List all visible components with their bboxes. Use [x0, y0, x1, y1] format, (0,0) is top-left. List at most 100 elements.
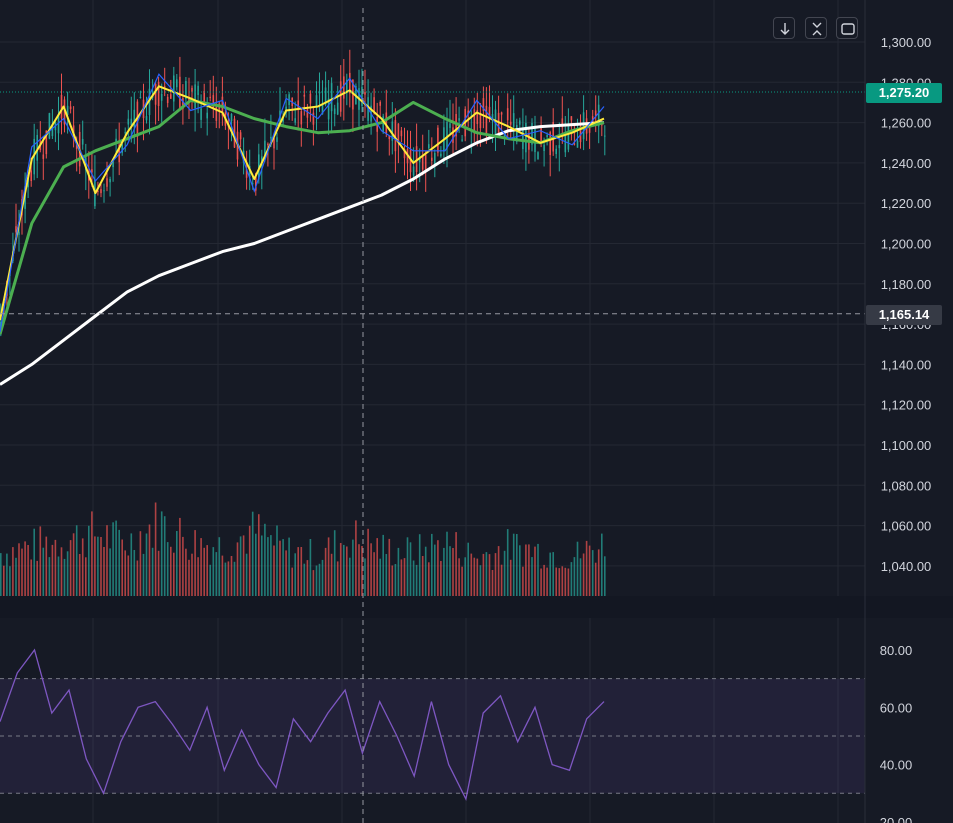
volume-bar — [336, 561, 339, 596]
candle-body — [336, 102, 339, 115]
candle-body — [576, 140, 579, 148]
candle-body — [69, 106, 72, 110]
volume-bar — [558, 568, 561, 596]
volume-bar — [494, 553, 497, 596]
volume-bar — [297, 547, 299, 596]
candle-body — [209, 96, 211, 99]
volume-bar — [57, 556, 60, 596]
candle-body — [294, 118, 296, 123]
volume-bar — [482, 553, 485, 596]
candle-body — [230, 113, 233, 122]
volume-bar — [88, 525, 90, 596]
volume-bar — [45, 536, 48, 596]
candle-body — [519, 120, 521, 125]
candle-body — [543, 144, 545, 151]
scroll-down-button[interactable] — [773, 17, 795, 39]
chart-canvas[interactable]: 1,300.001,280.001,260.001,240.001,220.00… — [0, 0, 953, 823]
candle-body — [412, 166, 415, 176]
volume-bar — [221, 555, 224, 596]
candle-body — [333, 108, 336, 114]
volume-bar — [349, 557, 351, 596]
candle-body — [176, 79, 178, 88]
volume-bar — [564, 567, 567, 596]
volume-bar — [42, 547, 45, 596]
volume-bar — [567, 568, 570, 596]
volume-bar — [115, 520, 117, 596]
volume-bar — [133, 550, 136, 596]
volume-bar — [109, 548, 111, 596]
volume-bar — [358, 544, 360, 596]
fit-screen-button[interactable] — [836, 17, 858, 39]
volume-bar — [309, 539, 312, 596]
volume-bar — [21, 548, 23, 596]
volume-bar — [103, 547, 105, 596]
volume-bar — [446, 531, 448, 596]
candle-body — [449, 123, 451, 128]
volume-bar — [470, 553, 473, 596]
candle-body — [170, 94, 172, 99]
volume-bar — [63, 558, 66, 596]
volume-bar — [300, 547, 303, 596]
volume-bar — [333, 530, 336, 596]
volume-bar — [576, 541, 579, 596]
volume-bar — [318, 563, 321, 596]
volume-bar — [75, 525, 78, 596]
candle-body — [434, 152, 436, 165]
volume-bar — [437, 540, 439, 596]
candle-body — [379, 102, 381, 106]
volume-bar — [424, 546, 427, 596]
candle-body — [239, 132, 242, 140]
volume-bar — [200, 538, 202, 596]
volume-bar — [151, 547, 154, 596]
candle-body — [446, 121, 448, 149]
volume-bar — [464, 557, 466, 596]
candle-body — [124, 132, 126, 134]
candle-body — [100, 189, 102, 194]
candle-body — [206, 112, 208, 119]
volume-bar — [525, 544, 527, 596]
volume-bar — [409, 542, 412, 596]
volume-bar — [36, 560, 38, 596]
volume-bar — [6, 553, 8, 596]
volume-bar — [194, 530, 196, 596]
volume-bar — [585, 540, 588, 596]
candle-body — [127, 118, 130, 125]
volume-bar — [516, 534, 518, 596]
candle-body — [567, 124, 570, 150]
volume-bar — [531, 557, 533, 596]
volume-bar — [431, 533, 433, 596]
volume-bar — [127, 555, 130, 596]
candle-body — [431, 157, 433, 161]
volume-bar — [69, 540, 72, 596]
candle-body — [191, 87, 193, 92]
volume-bar — [66, 551, 69, 596]
candle-body — [397, 123, 400, 143]
volume-bar — [273, 545, 275, 596]
candle-body — [509, 121, 512, 125]
collapse-button[interactable] — [805, 17, 827, 39]
volume-bar — [582, 553, 585, 596]
volume-bar — [461, 566, 463, 596]
volume-bar — [39, 526, 42, 596]
volume-bar — [552, 552, 554, 596]
volume-bar — [112, 522, 114, 596]
arrow-down-icon — [780, 23, 790, 35]
volume-bar — [0, 553, 2, 596]
volume-bar — [597, 549, 600, 596]
volume-bar — [197, 557, 199, 596]
volume-bar — [118, 529, 120, 596]
candle-body — [428, 144, 430, 149]
candle-body — [18, 231, 20, 235]
volume-bar — [100, 537, 102, 596]
volume-bar — [327, 537, 330, 596]
volume-bar — [418, 534, 421, 596]
volume-bar — [94, 536, 96, 596]
candle-body — [564, 135, 567, 153]
volume-bar — [81, 538, 84, 596]
volume-bar — [130, 533, 133, 596]
candle-body — [267, 143, 269, 146]
candle-body — [546, 135, 548, 138]
candle-body — [537, 152, 539, 159]
volume-bar — [258, 514, 260, 596]
chart-stage[interactable]: 1,300.001,280.001,260.001,240.001,220.00… — [0, 0, 953, 823]
